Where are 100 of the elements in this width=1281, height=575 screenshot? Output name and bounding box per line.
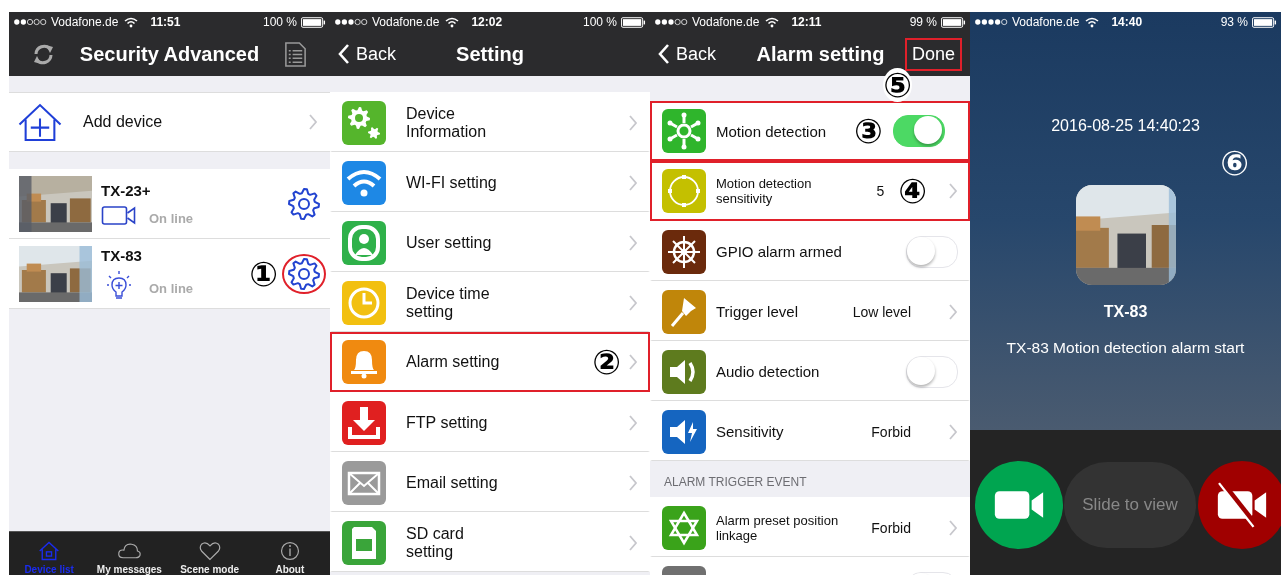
- screen-title: Security Advanced: [78, 42, 261, 66]
- signal-icon: [334, 18, 368, 26]
- settings-row[interactable]: Device time setting: [330, 272, 650, 332]
- settings-row[interactable]: Audio detection: [650, 341, 970, 401]
- settings-row[interactable]: Motion detection ③: [650, 101, 970, 161]
- device-status: On line: [149, 280, 194, 296]
- setting-label: Trigger level: [716, 303, 799, 320]
- battery-percent: 100 %: [582, 15, 617, 29]
- setting-value: Low level: [851, 303, 912, 320]
- setting-value: Forbid: [870, 519, 912, 536]
- back-button[interactable]: Back: [338, 43, 416, 65]
- status-time: 14:40: [1111, 15, 1143, 29]
- device-row[interactable]: TX-83 On line ①: [9, 239, 330, 309]
- signal-icon: [974, 18, 1008, 26]
- settings-row[interactable]: GPIO alarm armed: [650, 221, 970, 281]
- back-button[interactable]: Back: [658, 43, 736, 65]
- settings-row[interactable]: WI-FI setting: [330, 152, 650, 212]
- settings-row[interactable]: SD card setting: [330, 512, 650, 572]
- wifi-icon: [445, 16, 460, 28]
- wifi-icon: [765, 16, 780, 28]
- chevron-icon: [629, 414, 638, 431]
- add-device-row[interactable]: Add device: [9, 92, 330, 152]
- setting-label: Email setting: [406, 473, 499, 492]
- chevron-icon: [629, 474, 638, 491]
- setting-label: SD card setting: [406, 524, 465, 561]
- settings-button[interactable]: [282, 253, 326, 294]
- alert-message: TX-83 Motion detection alarm start: [1006, 339, 1245, 357]
- section-header: ALARM TRIGGER EVENT: [663, 474, 808, 491]
- chevron-icon: [629, 114, 638, 131]
- tab[interactable]: Scene mode: [169, 532, 250, 575]
- settings-icon: [287, 186, 321, 221]
- chevron-icon: [338, 44, 350, 64]
- step-number: ③: [854, 114, 883, 148]
- device-name: TX-83: [1103, 303, 1148, 321]
- chevron-icon: [949, 183, 958, 199]
- setting-label: Motion detection sensitivity: [716, 176, 813, 206]
- toggle-switch[interactable]: [892, 115, 945, 147]
- settings-row[interactable]: Alarm preset position linkage Forbid: [650, 497, 970, 557]
- tab[interactable]: My messages: [89, 532, 170, 575]
- chevron-icon: [949, 519, 958, 536]
- wifi-icon: [1085, 16, 1100, 28]
- light-bulb-icon: [107, 270, 131, 300]
- chevron-icon: [629, 174, 638, 191]
- step-number: ⑥: [1220, 146, 1249, 180]
- alert-timestamp: 2016-08-25 14:40:23: [1051, 117, 1200, 135]
- signal-icon: [13, 18, 47, 26]
- wifi-icon: [124, 16, 139, 28]
- battery-percent: 99 %: [909, 15, 937, 29]
- done-button[interactable]: Done: [904, 37, 962, 71]
- settings-row[interactable]: Sensitivity Forbid: [650, 401, 970, 461]
- device-name: TX-83: [101, 247, 143, 264]
- setting-label: Device Information: [406, 104, 488, 141]
- step-number: ②: [592, 345, 621, 379]
- carrier-name: Vodafone.de: [1012, 15, 1080, 29]
- settings-row[interactable]: FTP setting: [330, 392, 650, 452]
- step-number: ⑤: [883, 68, 912, 102]
- add-device-label: Add device: [83, 113, 164, 131]
- settings-icon: [287, 256, 321, 291]
- setting-label: Motion detection: [716, 122, 828, 140]
- battery-icon: [941, 16, 966, 28]
- chevron-icon: [629, 354, 638, 370]
- screen-title: Alarm setting: [755, 42, 886, 66]
- settings-row[interactable]: Trigger level Low level: [650, 281, 970, 341]
- battery-icon: [1252, 16, 1277, 28]
- settings-row[interactable]: Alarm setting ②: [330, 332, 650, 392]
- setting-label: Sensitivity: [716, 423, 785, 440]
- status-time: 12:11: [791, 15, 822, 29]
- slide-track[interactable]: Slide to view: [1064, 462, 1196, 548]
- list-icon[interactable]: [283, 41, 308, 67]
- setting-label: Device time setting: [406, 284, 491, 321]
- setting-label: Alarm setting: [406, 353, 500, 371]
- setting-label: GPIO alarm armed: [716, 243, 843, 260]
- setting-value: Forbid: [870, 423, 912, 440]
- chevron-icon: [629, 234, 638, 251]
- device-status: On line: [149, 210, 194, 226]
- tab[interactable]: About: [249, 532, 330, 575]
- carrier-name: Vodafone.de: [692, 15, 760, 29]
- battery-icon: [301, 16, 326, 28]
- device-row[interactable]: TX-23+ On line: [9, 169, 330, 239]
- settings-row[interactable]: Motion detection sensitivity 5 ④: [650, 161, 970, 221]
- status-time: 11:51: [150, 15, 181, 29]
- chevron-icon: [309, 114, 318, 130]
- chevron-icon: [949, 303, 958, 320]
- setting-value: 5: [875, 183, 885, 199]
- setting-label: Audio detection: [716, 363, 821, 380]
- setting-label: FTP setting: [406, 413, 489, 432]
- carrier-name: Vodafone.de: [51, 15, 119, 29]
- battery-percent: 100 %: [262, 15, 297, 29]
- chevron-icon: [629, 294, 638, 311]
- chevron-icon: [629, 534, 638, 551]
- setting-label: Alarm preset position linkage: [716, 512, 840, 543]
- settings-row[interactable]: Device Information: [330, 92, 650, 152]
- device-name: TX-23+: [101, 181, 152, 199]
- chevron-icon: [658, 44, 670, 64]
- carrier-name: Vodafone.de: [372, 15, 440, 29]
- video-camera-icon: [101, 204, 137, 226]
- screen-title: Setting: [455, 42, 525, 66]
- settings-row[interactable]: Email setting: [330, 452, 650, 512]
- settings-row[interactable]: User setting: [330, 212, 650, 272]
- slide-label: Slide to view: [1082, 495, 1178, 515]
